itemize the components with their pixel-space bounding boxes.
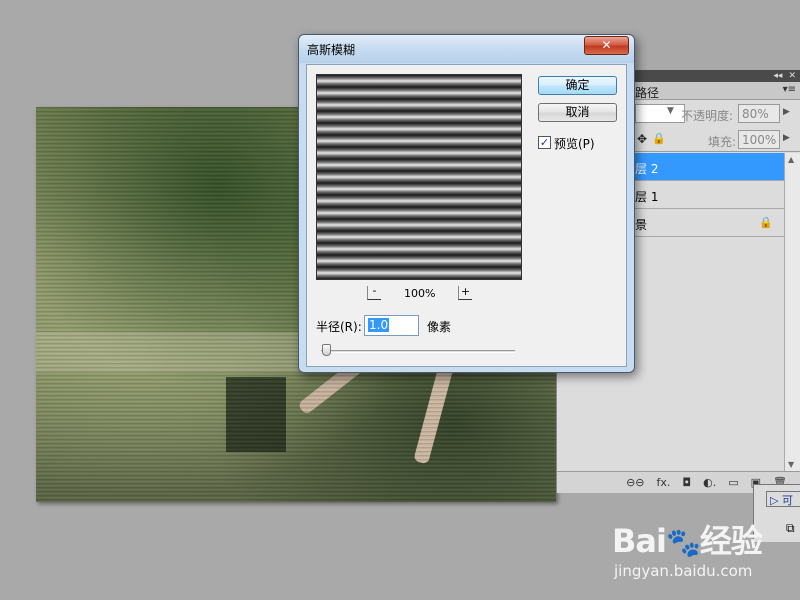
opacity-input[interactable]: 80% <box>738 104 780 123</box>
collapse-icon[interactable]: ◂◂ <box>773 71 782 81</box>
scroll-up-icon[interactable]: ▲ <box>788 155 794 164</box>
scroll-down-icon[interactable]: ▼ <box>788 460 794 469</box>
tab-paths[interactable]: 路径 <box>635 84 659 101</box>
lock-all-icon[interactable]: 🔒 <box>652 132 666 145</box>
radius-input[interactable]: 1.0 <box>364 315 419 336</box>
history-item[interactable]: ▷ 可 <box>766 491 800 507</box>
close-button[interactable]: ✕ <box>584 36 629 55</box>
dialog-title: 高斯模糊 <box>307 43 356 57</box>
layer-name: 层 1 <box>635 190 659 204</box>
mask-icon[interactable]: ◘ <box>682 476 691 489</box>
radius-slider-track[interactable] <box>321 350 515 353</box>
preview-label[interactable]: 预览(P) <box>554 135 595 152</box>
watermark: Bai🐾经验 jingyan.baidu.com <box>612 516 792 586</box>
radius-slider-thumb[interactable] <box>322 344 332 356</box>
watermark-url: jingyan.baidu.com <box>614 562 753 580</box>
gaussian-blur-dialog: 高斯模糊 ✕ - 100% + 确定 取消 ✓ 预览(P) 半径(R): 1.0… <box>298 34 635 373</box>
layers-scrollbar[interactable]: ▲ ▼ <box>784 153 800 471</box>
close-icon[interactable]: ✕ <box>788 71 796 81</box>
layer-name: 景 <box>635 218 648 232</box>
fill-label: 填充: <box>708 135 737 149</box>
paw-icon: 🐾 <box>665 526 701 559</box>
radius-value: 1.0 <box>368 318 390 332</box>
lock-position-icon[interactable]: ✥ <box>637 132 647 146</box>
dialog-titlebar[interactable]: 高斯模糊 ✕ <box>299 35 634 63</box>
chevron-right-icon[interactable]: ▶ <box>783 133 790 143</box>
preview-checkbox[interactable]: ✓ <box>538 136 551 149</box>
watermark-logo: Bai🐾经验 <box>612 522 763 560</box>
adjustment-icon[interactable]: ◐. <box>703 476 716 489</box>
radius-unit: 像素 <box>427 320 452 334</box>
chevron-right-icon[interactable]: ▶ <box>783 107 790 117</box>
ok-button[interactable]: 确定 <box>538 76 617 95</box>
preview-pane[interactable] <box>316 74 522 280</box>
cancel-button[interactable]: 取消 <box>538 103 617 122</box>
zoom-in-button[interactable]: + <box>458 286 472 300</box>
opacity-label: 不透明度: <box>681 109 734 123</box>
zoom-level: 100% <box>404 287 436 300</box>
dialog-body: - 100% + 确定 取消 ✓ 预览(P) 半径(R): 1.0 像素 <box>306 64 627 367</box>
link-icon[interactable]: ⊖⊖ <box>626 476 644 489</box>
group-icon[interactable]: ▭ <box>728 476 738 489</box>
layer-name: 层 2 <box>635 162 659 176</box>
fill-input[interactable]: 100% <box>738 130 780 149</box>
chevron-down-icon[interactable]: ▼ <box>667 106 674 116</box>
blend-mode-select[interactable] <box>635 104 685 123</box>
zoom-out-button[interactable]: - <box>367 285 381 300</box>
radius-label: 半径(R): <box>316 320 362 334</box>
panel-menu-icon[interactable]: ▾≡ <box>783 84 796 95</box>
fx-icon[interactable]: fx. <box>657 476 671 489</box>
lock-icon: 🔒 <box>759 216 773 229</box>
